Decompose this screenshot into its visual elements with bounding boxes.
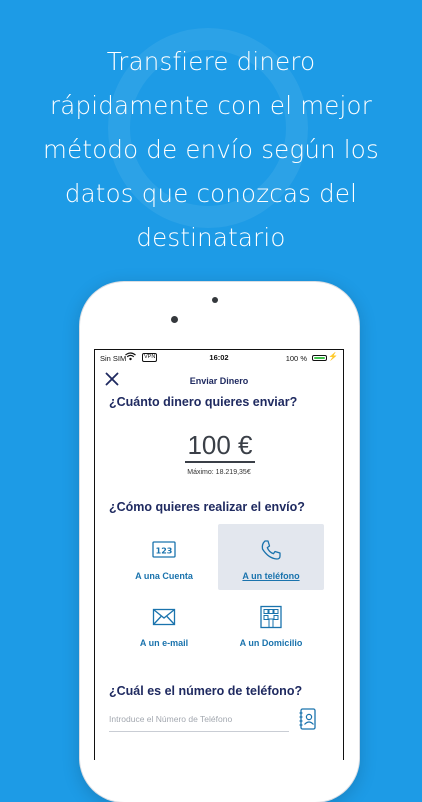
battery-icon [312, 355, 327, 361]
battery-percent: 100 % [285, 354, 307, 363]
building-icon [260, 605, 282, 629]
option-label: A un teléfono [242, 571, 300, 581]
status-bar: Sin SIM VPN 16:02 100 % ⚡ [95, 350, 343, 366]
phone-icon [261, 540, 281, 560]
option-phone[interactable]: A un teléfono [218, 524, 324, 590]
phone-camera [171, 316, 178, 323]
promo-headline: Transfiere dinero rápidamente con el mej… [43, 47, 379, 252]
charging-icon: ⚡ [328, 352, 338, 361]
phone-earpiece [212, 297, 218, 303]
option-account[interactable]: 123 A una Cuenta [111, 524, 217, 590]
option-label: A un e-mail [139, 638, 189, 648]
page-title: Enviar Dinero [189, 376, 249, 386]
option-label: A una Cuenta [135, 571, 193, 581]
amount-question: ¿Cuánto dinero quieres enviar? [109, 395, 298, 409]
option-address[interactable]: A un Domicilio [218, 591, 324, 657]
svg-text:123: 123 [156, 547, 173, 556]
phone-question: ¿Cuál es el número de teléfono? [109, 684, 303, 698]
method-question: ¿Cómo quieres realizar el envío? [109, 500, 305, 514]
envelope-icon [152, 608, 176, 626]
phone-number-input[interactable] [109, 707, 289, 732]
maximum-amount: Máximo: 18.219,35€ [187, 469, 251, 476]
app-screen: Sin SIM VPN 16:02 100 % ⚡ Enviar Dinero … [94, 349, 344, 760]
amount-input[interactable]: 100 € [185, 430, 255, 463]
contacts-icon[interactable] [299, 708, 317, 730]
option-email[interactable]: A un e-mail [111, 591, 217, 657]
option-label: A un Domicilio [239, 638, 303, 648]
account-number-icon: 123 [152, 541, 176, 558]
